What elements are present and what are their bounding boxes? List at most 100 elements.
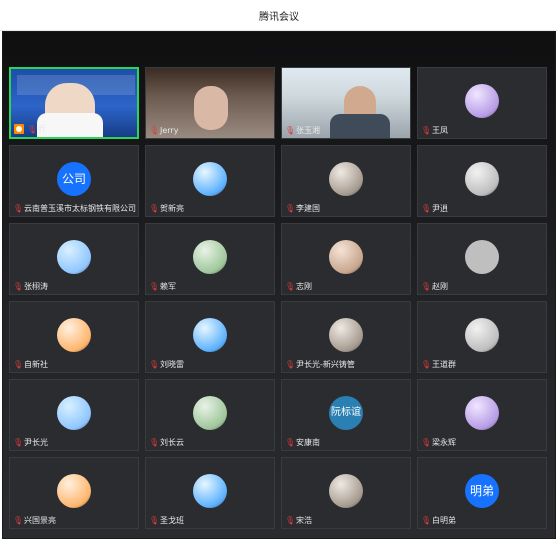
logo-avatar: 阮标谊 xyxy=(329,396,363,430)
participant-name: 尹长光-新兴铸管 xyxy=(296,359,355,369)
muted-microphone-icon: 🎙 xyxy=(149,437,160,447)
participant-name: 李建国 xyxy=(296,203,320,213)
participant-namebar: 🎙 赵刚 xyxy=(418,278,546,294)
avatar-photo xyxy=(329,474,363,508)
participant-name: 安康南 xyxy=(296,437,320,447)
participant-tile[interactable]: 🎙 张玉湘 xyxy=(281,67,411,139)
participant-name: 乔 xyxy=(38,124,46,134)
participant-name: 刘晓雷 xyxy=(160,359,184,369)
participants-grid: 🎙 乔 🎙 Jerry 🎙 张玉湘 🎙 王凤 公司 🎙 云南普玉溪市太标钢铁有限公司 🎙 贺新亮 🎙 李建国… xyxy=(9,67,549,535)
participant-namebar: 🎙 尹长光-新兴铸管 xyxy=(282,356,410,372)
muted-microphone-icon: 🎙 xyxy=(149,125,160,135)
participant-namebar: 🎙 王凤 xyxy=(418,122,546,138)
avatar-photo xyxy=(465,84,499,118)
participant-tile[interactable]: 🎙 贺新亮 xyxy=(145,145,275,217)
default-avatar-icon xyxy=(465,240,499,274)
participant-namebar: 🎙 梁永辉 xyxy=(418,434,546,450)
muted-microphone-icon: 🎙 xyxy=(149,359,160,369)
muted-microphone-icon: 🎙 xyxy=(13,437,24,447)
participant-name: 张栩涛 xyxy=(24,281,48,291)
participant-tile[interactable]: 🎙 宋浩 xyxy=(281,457,411,529)
participant-name: 尹逍 xyxy=(432,203,448,213)
participant-tile[interactable]: 🎙 王道群 xyxy=(417,301,547,373)
participant-tile[interactable]: 阮标谊 🎙 安康南 xyxy=(281,379,411,451)
participant-name: 圣戈班 xyxy=(160,515,184,525)
muted-microphone-icon: 🎙 xyxy=(421,515,432,525)
participant-tile[interactable]: 🎙 赖军 xyxy=(145,223,275,295)
muted-microphone-icon: 🎙 xyxy=(421,203,432,213)
muted-microphone-icon: 🎙 xyxy=(421,281,432,291)
meeting-window: 腾讯会议 🎙 乔 🎙 Jerry 🎙 张玉湘 🎙 王凤 公司 🎙 云南普玉溪市太标钢铁有限公司 🎙 贺新… xyxy=(0,0,558,539)
participant-namebar: 🎙 白明弟 xyxy=(418,512,546,528)
muted-microphone-icon: 🎙 xyxy=(421,359,432,369)
participant-tile[interactable]: 明弟 🎙 白明弟 xyxy=(417,457,547,529)
participant-tile[interactable]: 🎙 王凤 xyxy=(417,67,547,139)
participant-namebar: 🎙 贺新亮 xyxy=(146,200,274,216)
participant-name: 白明弟 xyxy=(432,515,456,525)
participant-namebar: 🎙 乔 xyxy=(11,121,137,137)
avatar-photo xyxy=(329,162,363,196)
muted-microphone-icon: 🎙 xyxy=(421,125,432,135)
participant-namebar: 🎙 刘长云 xyxy=(146,434,274,450)
avatar-photo xyxy=(465,396,499,430)
participant-namebar: 🎙 兴国景亮 xyxy=(10,512,138,528)
muted-microphone-icon: 🎙 xyxy=(149,203,160,213)
participant-name: 赖军 xyxy=(160,281,176,291)
participant-tile[interactable]: 🎙 志刚 xyxy=(281,223,411,295)
muted-microphone-icon: 🎙 xyxy=(13,515,24,525)
window-title: 腾讯会议 xyxy=(259,12,299,23)
participant-tile[interactable]: 🎙 尹长光-新兴铸管 xyxy=(281,301,411,373)
participant-namebar: 🎙 Jerry xyxy=(146,122,274,138)
participant-name: 兴国景亮 xyxy=(24,515,56,525)
participant-name: 贺新亮 xyxy=(160,203,184,213)
muted-microphone-icon: 🎙 xyxy=(285,281,296,291)
avatar-badge: 公司 xyxy=(57,162,91,196)
muted-microphone-icon: 🎙 xyxy=(285,359,296,369)
participant-namebar: 🎙 尹逍 xyxy=(418,200,546,216)
avatar-photo xyxy=(57,240,91,274)
participant-namebar: 🎙 张栩涛 xyxy=(10,278,138,294)
avatar-photo xyxy=(329,240,363,274)
participant-tile[interactable]: 🎙 张栩涛 xyxy=(9,223,139,295)
participant-tile[interactable]: 🎙 刘长云 xyxy=(145,379,275,451)
avatar-photo xyxy=(329,318,363,352)
participant-name: 志刚 xyxy=(296,281,312,291)
participant-name: 王凤 xyxy=(432,125,448,135)
muted-microphone-icon: 🎙 xyxy=(149,515,160,525)
participant-tile[interactable]: 🎙 圣戈班 xyxy=(145,457,275,529)
avatar-photo xyxy=(57,474,91,508)
participant-name: 宋浩 xyxy=(296,515,312,525)
participant-name: Jerry xyxy=(160,125,179,135)
participant-namebar: 🎙 刘晓雷 xyxy=(146,356,274,372)
participant-tile[interactable]: 🎙 梁永辉 xyxy=(417,379,547,451)
avatar-photo xyxy=(193,318,227,352)
titlebar: 腾讯会议 xyxy=(0,0,558,31)
participant-tile[interactable]: 🎙 自新社 xyxy=(9,301,139,373)
muted-microphone-icon: 🎙 xyxy=(13,281,24,291)
muted-microphone-icon: 🎙 xyxy=(285,203,296,213)
video-stage: 🎙 乔 🎙 Jerry 🎙 张玉湘 🎙 王凤 公司 🎙 云南普玉溪市太标钢铁有限公司 🎙 贺新亮 🎙 李建国… xyxy=(2,31,556,539)
muted-microphone-icon: 🎙 xyxy=(421,437,432,447)
avatar-photo xyxy=(57,318,91,352)
muted-microphone-icon: 🎙 xyxy=(285,437,296,447)
participant-tile[interactable]: 公司 🎙 云南普玉溪市太标钢铁有限公司 xyxy=(9,145,139,217)
avatar-photo xyxy=(465,162,499,196)
participant-namebar: 🎙 云南普玉溪市太标钢铁有限公司 xyxy=(10,200,138,216)
participant-tile[interactable]: 🎙 兴国景亮 xyxy=(9,457,139,529)
muted-microphone-icon: 🎙 xyxy=(13,359,24,369)
avatar-badge: 明弟 xyxy=(465,474,499,508)
participant-tile[interactable]: 🎙 乔 xyxy=(9,67,139,139)
muted-microphone-icon: 🎙 xyxy=(149,281,160,291)
participant-tile[interactable]: 🎙 尹长光 xyxy=(9,379,139,451)
participant-tile[interactable]: 🎙 赵刚 xyxy=(417,223,547,295)
participant-namebar: 🎙 尹长光 xyxy=(10,434,138,450)
participant-name: 尹长光 xyxy=(24,437,48,447)
participant-tile[interactable]: 🎙 刘晓雷 xyxy=(145,301,275,373)
avatar-photo xyxy=(193,396,227,430)
participant-tile[interactable]: 🎙 Jerry xyxy=(145,67,275,139)
muted-microphone-icon: 🎙 xyxy=(13,203,24,213)
participant-name: 赵刚 xyxy=(432,281,448,291)
participant-namebar: 🎙 志刚 xyxy=(282,278,410,294)
participant-tile[interactable]: 🎙 李建国 xyxy=(281,145,411,217)
participant-tile[interactable]: 🎙 尹逍 xyxy=(417,145,547,217)
